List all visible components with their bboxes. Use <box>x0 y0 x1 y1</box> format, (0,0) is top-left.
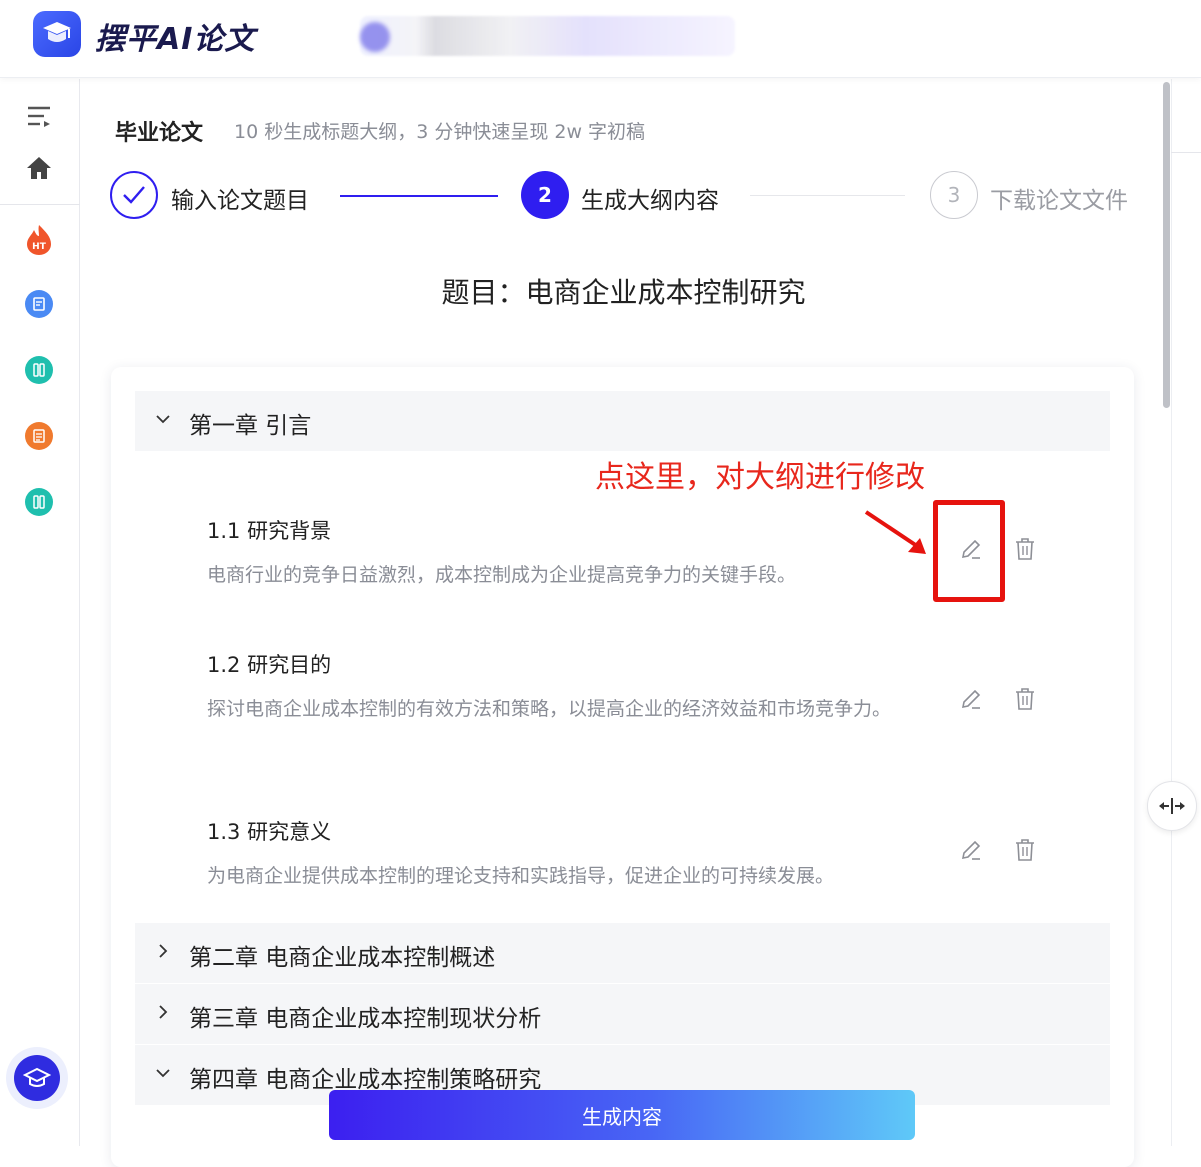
step-2-number: 2 <box>521 171 569 219</box>
annotation-highlight-box <box>933 500 1005 602</box>
top-bar: 摆平AI论文 <box>0 0 1201 78</box>
user-avatar[interactable] <box>360 22 390 52</box>
delete-icon[interactable] <box>1011 535 1039 563</box>
section-description: 为电商企业提供成本控制的理论支持和实践指导，促进企业的可持续发展。 <box>207 865 835 887</box>
delete-icon[interactable] <box>1011 685 1039 713</box>
delete-icon[interactable] <box>1011 836 1039 864</box>
section-1-3: 1.3 研究意义 为电商企业提供成本控制的理论支持和实践指导，促进企业的可持续发… <box>207 816 1027 892</box>
logo-icon[interactable] <box>33 11 81 57</box>
graduation-cap-icon <box>23 1067 51 1087</box>
report-icon[interactable] <box>22 419 56 453</box>
resize-handle[interactable] <box>1147 781 1197 831</box>
paper-topic: 题目：电商企业成本控制研究 <box>441 276 806 309</box>
sidebar: HT <box>0 79 80 1146</box>
home-icon[interactable] <box>22 151 56 185</box>
generate-content-button[interactable]: 生成内容 <box>329 1090 915 1140</box>
page-title: 毕业论文 <box>115 121 204 146</box>
section-1-2: 1.2 研究目的 探讨电商企业成本控制的有效方法和策略，以提高企业的经济效益和市… <box>207 649 1027 725</box>
chapter-4-title: 第四章 电商企业成本控制策略研究 <box>189 1067 542 1093</box>
main-content: 毕业论文 10 秒生成标题大纲，3 分钟快速呈现 2w 字初稿 输入论文题目 2… <box>81 79 1161 1167</box>
chapter-2-header[interactable]: 第二章 电商企业成本控制概述 <box>135 923 1110 983</box>
chevron-down-icon <box>153 1063 173 1083</box>
scrollbar-thumb[interactable] <box>1163 82 1170 408</box>
tool-icon-2[interactable] <box>22 485 56 519</box>
tool-icon[interactable] <box>22 353 56 387</box>
document-icon[interactable] <box>22 287 56 321</box>
step-connector-1 <box>340 195 498 197</box>
resize-arrows-icon <box>1159 798 1185 814</box>
chapter-1-header[interactable]: 第一章 引言 <box>135 391 1110 451</box>
menu-collapse-icon[interactable] <box>22 99 56 133</box>
step-1-label: 输入论文题目 <box>171 188 309 214</box>
edit-icon[interactable] <box>957 685 985 713</box>
step-1-check-icon <box>110 171 158 219</box>
right-panel-divider <box>1171 152 1201 153</box>
step-indicator: 输入论文题目 2 生成大纲内容 3 下载论文文件 <box>110 171 1140 221</box>
annotation-text: 点这里，对大纲进行修改 <box>595 460 925 495</box>
edit-icon[interactable] <box>957 836 985 864</box>
chapter-1-title: 第一章 引言 <box>189 413 312 439</box>
section-description: 电商行业的竞争日益激烈，成本控制成为企业提高竞争力的关键手段。 <box>207 564 797 586</box>
chevron-right-icon <box>153 1002 173 1022</box>
graduation-cap-button[interactable] <box>6 1047 68 1109</box>
step-3-label: 下载论文文件 <box>990 188 1128 214</box>
section-description: 探讨电商企业成本控制的有效方法和策略，以提高企业的经济效益和市场竞争力。 <box>207 698 892 720</box>
page-subtitle: 10 秒生成标题大纲，3 分钟快速呈现 2w 字初稿 <box>234 121 646 143</box>
user-info-redacted[interactable] <box>360 16 735 56</box>
annotation-arrow-icon <box>864 510 926 554</box>
section-title: 1.2 研究目的 <box>207 653 332 677</box>
step-2-label: 生成大纲内容 <box>581 188 719 214</box>
chapter-3-header[interactable]: 第三章 电商企业成本控制现状分析 <box>135 984 1110 1044</box>
sidebar-divider <box>0 204 80 205</box>
chevron-down-icon <box>153 409 173 429</box>
hot-topics-icon[interactable]: HT <box>22 223 56 257</box>
step-connector-2 <box>750 195 905 196</box>
chapter-2-title: 第二章 电商企业成本控制概述 <box>189 945 496 971</box>
section-title: 1.3 研究意义 <box>207 820 332 844</box>
step-3-number: 3 <box>930 171 978 219</box>
svg-text:HT: HT <box>32 242 47 252</box>
chapter-3-title: 第三章 电商企业成本控制现状分析 <box>189 1006 542 1032</box>
right-panel-edge <box>1171 79 1201 1146</box>
brand-name[interactable]: 摆平AI论文 <box>95 14 255 58</box>
chevron-right-icon <box>153 941 173 961</box>
